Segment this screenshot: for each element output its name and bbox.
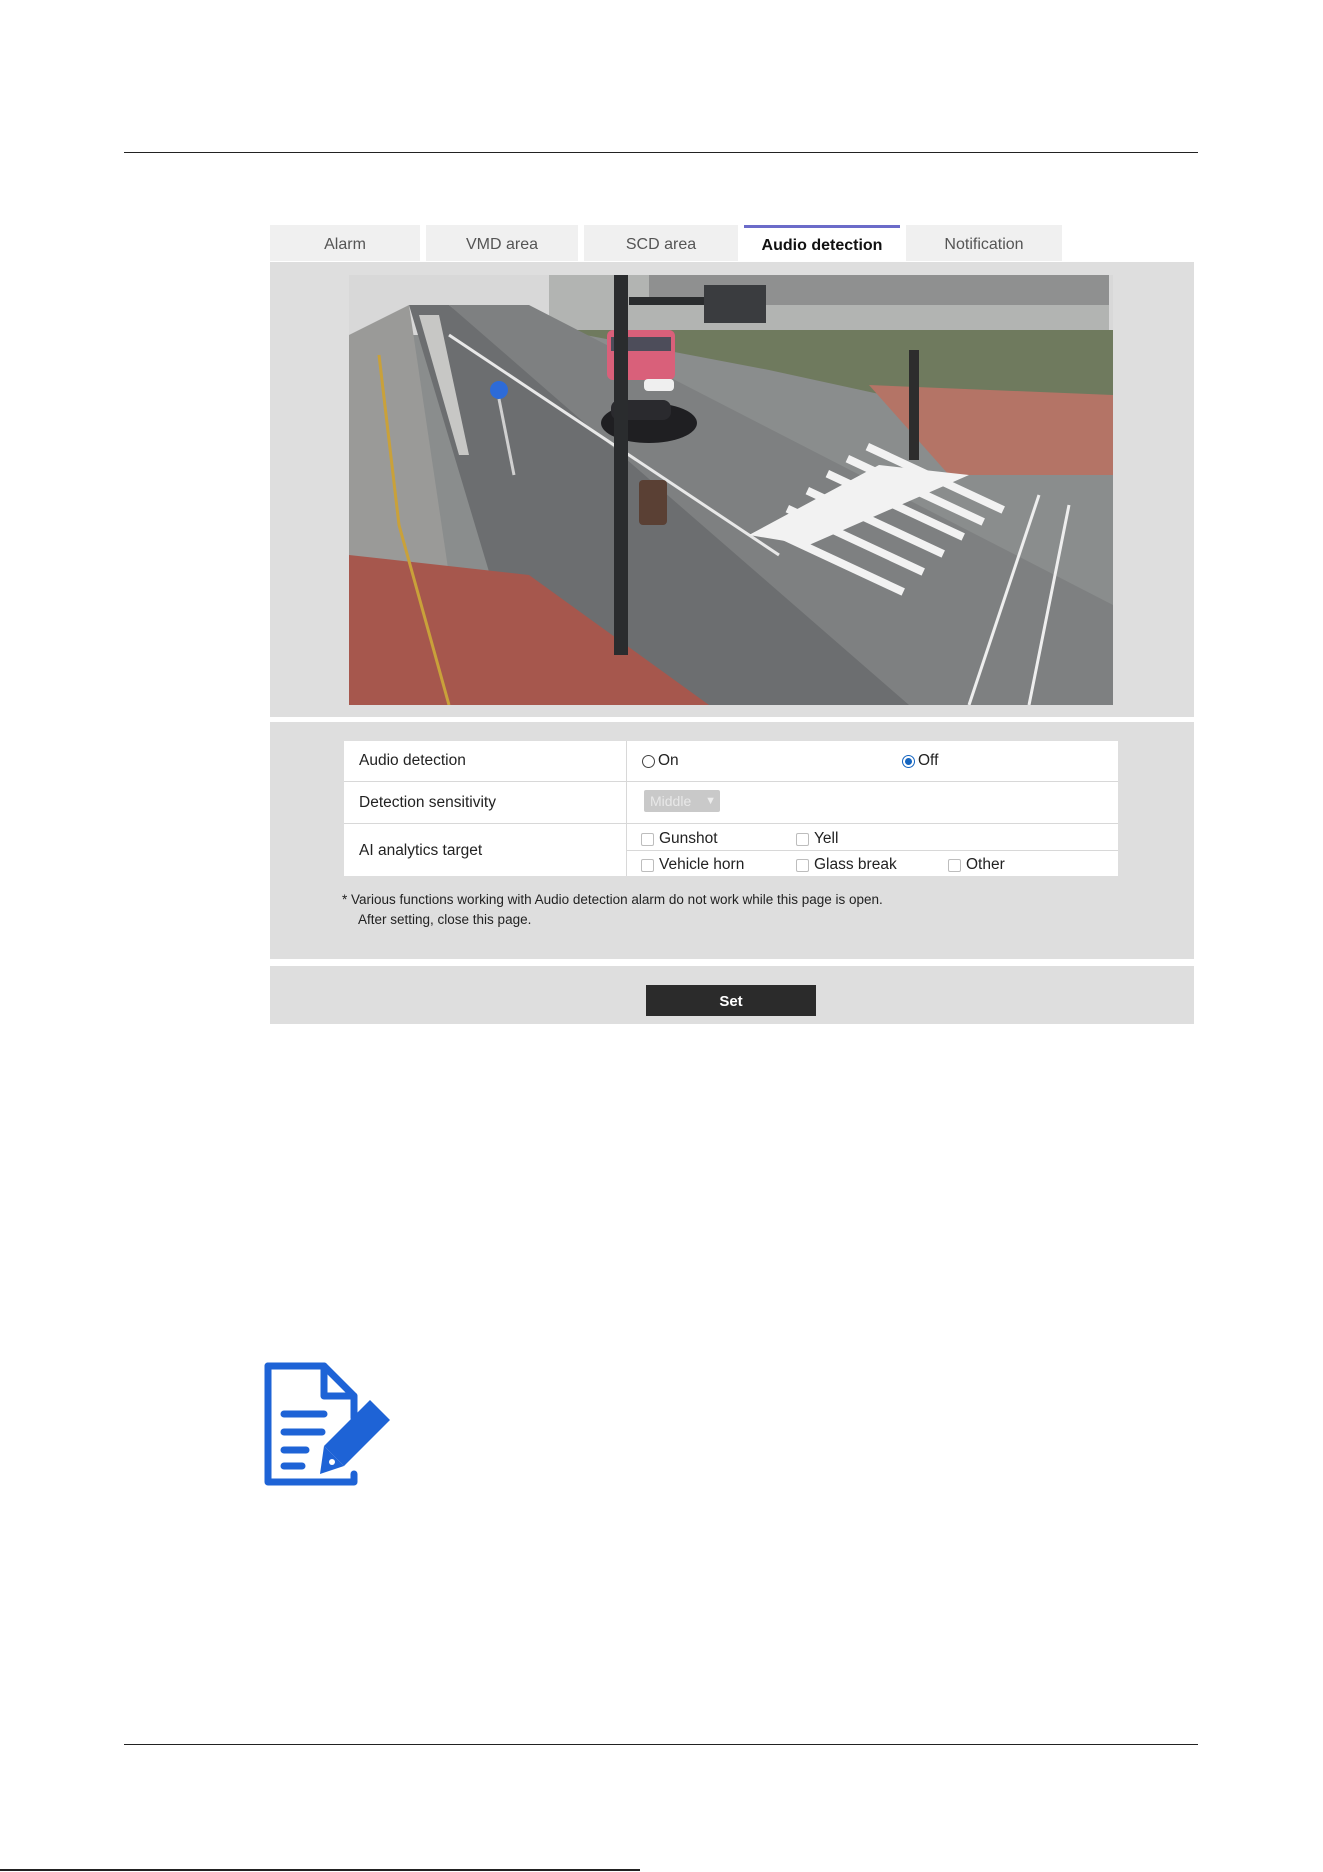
note-line-1: * Various functions working with Audio d… — [342, 892, 883, 907]
audio-detection-off-radio[interactable] — [902, 754, 915, 768]
audio-detection-label: Audio detection — [359, 752, 466, 769]
set-button[interactable]: Set — [646, 985, 816, 1016]
tab-vmd-area[interactable]: VMD area — [426, 225, 578, 261]
tab-scd-area[interactable]: SCD area — [584, 225, 738, 261]
vehicle-horn-checkbox[interactable] — [641, 858, 654, 872]
camera-image — [349, 275, 1113, 705]
audio-detection-off-option[interactable]: Off — [902, 752, 938, 770]
yell-option[interactable]: Yell — [796, 830, 838, 848]
detection-sensitivity-label: Detection sensitivity — [359, 794, 496, 811]
audio-detection-off-label[interactable]: Off — [918, 752, 938, 770]
other-checkbox[interactable] — [948, 858, 961, 872]
glass-break-option[interactable]: Glass break — [796, 856, 897, 874]
vehicle-horn-option[interactable]: Vehicle horn — [641, 856, 744, 874]
memo-pen-icon — [262, 1362, 396, 1486]
column-divider — [626, 741, 627, 781]
detection-sensitivity-value: Middle — [650, 793, 692, 809]
tab-bar: Alarm VMD area SCD area Audio detection … — [270, 225, 1194, 261]
note-line-2: After setting, close this page. — [358, 912, 532, 927]
other-label[interactable]: Other — [966, 856, 1005, 874]
column-divider — [626, 782, 627, 823]
other-option[interactable]: Other — [948, 856, 1005, 874]
header-rule — [124, 152, 1198, 153]
vehicle-horn-label[interactable]: Vehicle horn — [659, 856, 744, 874]
glass-break-checkbox[interactable] — [796, 858, 809, 872]
page-bottom-rule — [0, 1869, 640, 1871]
audio-detection-on-option[interactable]: On — [642, 752, 679, 770]
row-divider — [626, 850, 1118, 851]
tab-audio-detection[interactable]: Audio detection — [744, 225, 900, 261]
tab-alarm[interactable]: Alarm — [270, 225, 420, 261]
settings-table: Audio detection On Off Detection sensiti… — [344, 741, 1118, 876]
yell-label[interactable]: Yell — [814, 830, 838, 848]
gunshot-option[interactable]: Gunshot — [641, 830, 718, 848]
chevron-down-icon: ▼ — [705, 795, 716, 807]
row-ai-analytics-target: AI analytics target Gunshot Yell Vehicle… — [344, 824, 1118, 876]
row-audio-detection: Audio detection On Off — [344, 741, 1118, 782]
ai-analytics-target-label: AI analytics target — [359, 842, 483, 859]
tab-notification[interactable]: Notification — [906, 225, 1062, 261]
yell-checkbox[interactable] — [796, 832, 809, 846]
footer-rule — [124, 1744, 1198, 1745]
audio-detection-on-radio[interactable] — [642, 754, 655, 768]
gunshot-checkbox[interactable] — [641, 832, 654, 846]
detection-sensitivity-select[interactable]: Middle ▼ — [644, 790, 720, 812]
audio-detection-on-label[interactable]: On — [658, 752, 679, 770]
gunshot-label[interactable]: Gunshot — [659, 830, 718, 848]
row-detection-sensitivity: Detection sensitivity Middle ▼ — [344, 782, 1118, 824]
glass-break-label[interactable]: Glass break — [814, 856, 897, 874]
